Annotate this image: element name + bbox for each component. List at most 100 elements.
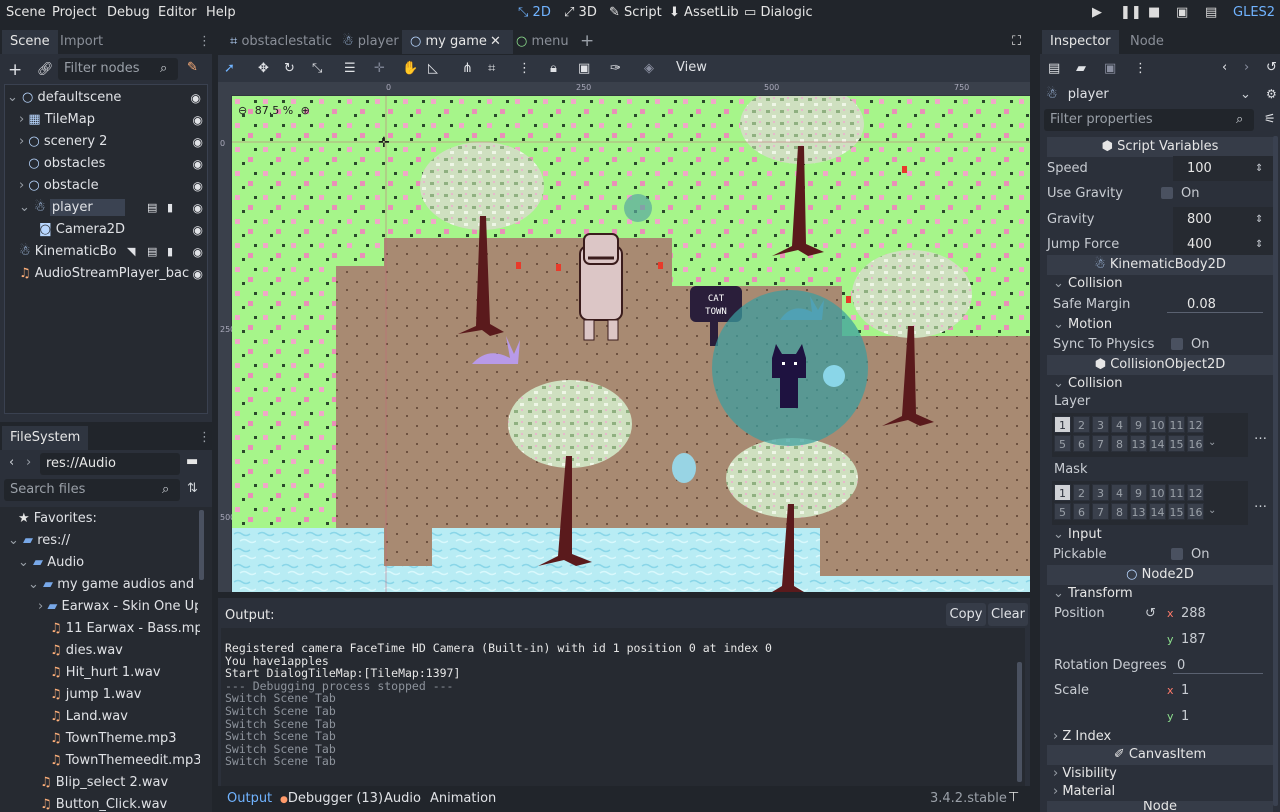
visibility-eye-icon[interactable]: ◉: [193, 219, 203, 241]
inspector-scrollbar[interactable]: [1273, 136, 1278, 806]
visibility-eye-icon[interactable]: ◉: [191, 87, 201, 109]
snap-icon[interactable]: ⋔: [462, 61, 473, 76]
tab-import[interactable]: Import: [52, 30, 111, 54]
camera-override-icon[interactable]: ◈: [644, 61, 654, 76]
layer-bit[interactable]: 7: [1092, 435, 1109, 452]
object-properties-icon[interactable]: ⚙: [1266, 87, 1277, 101]
layer-bit[interactable]: 6: [1073, 435, 1090, 452]
layer-bit[interactable]: 14: [1149, 435, 1166, 452]
section-collisionobject2d[interactable]: ⬢ CollisionObject2D: [1047, 355, 1273, 375]
new-resource-icon[interactable]: ▤: [1048, 61, 1060, 76]
file-item[interactable]: ♫ TownTheme.mp3: [50, 728, 200, 750]
mask-bit[interactable]: 3: [1092, 484, 1109, 501]
folder-item[interactable]: ⌄ ▰ res://: [8, 530, 204, 552]
renderer-label[interactable]: GLES2: [1233, 5, 1275, 20]
layer-bit[interactable]: 5: [1054, 435, 1071, 452]
visibility-eye-icon[interactable]: ◉: [193, 131, 203, 153]
favorites-item[interactable]: ★ Favorites:: [18, 508, 214, 530]
tab-player[interactable]: ☃ player: [334, 30, 407, 54]
open-folder-icon[interactable]: ▰: [1076, 61, 1086, 76]
tab-scene[interactable]: Scene: [2, 30, 58, 54]
tab-node[interactable]: Node: [1122, 30, 1172, 54]
more-icon[interactable]: …: [1254, 496, 1267, 511]
forward-icon[interactable]: ›: [26, 455, 31, 470]
scrollbar[interactable]: [199, 510, 204, 580]
tree-item-tilemap[interactable]: › ▦ TileMap ◉: [19, 109, 207, 131]
mask-bit[interactable]: 7: [1092, 503, 1109, 520]
section-node2d[interactable]: ○ Node2D: [1047, 565, 1273, 585]
mask-bit[interactable]: 13: [1130, 503, 1147, 520]
folder-item[interactable]: ⌄ ▰ Audio: [18, 552, 214, 574]
tab-audio[interactable]: Audio: [384, 791, 421, 806]
history-forward-icon[interactable]: ›: [1244, 60, 1249, 75]
link-icon[interactable]: 🔗︎: [37, 62, 54, 77]
mask-bit[interactable]: 1: [1054, 484, 1071, 501]
chevron-down-icon[interactable]: ⌄: [1208, 505, 1216, 516]
group-icon[interactable]: ▣: [578, 61, 590, 76]
spinner-icon[interactable]: ⇕: [1255, 207, 1263, 232]
path-field[interactable]: res://Audio: [40, 453, 180, 475]
revert-icon[interactable]: ↺: [1145, 601, 1156, 626]
bone-icon[interactable]: ✑: [610, 61, 621, 76]
slider-track[interactable]: [1173, 673, 1263, 674]
file-item[interactable]: ♫ Land.wav: [50, 706, 200, 728]
file-item[interactable]: ♫ jump 1.wav: [50, 684, 200, 706]
mask-bit[interactable]: 16: [1187, 503, 1204, 520]
spinner-icon[interactable]: ⇕: [1255, 232, 1263, 257]
position-y-field[interactable]: 187: [1181, 627, 1206, 652]
spinner-icon[interactable]: ⇕: [1255, 156, 1263, 181]
layer-bit[interactable]: 16: [1187, 435, 1204, 452]
subsection-z-index[interactable]: › Z Index: [1047, 727, 1273, 746]
mask-bit[interactable]: 4: [1111, 484, 1128, 501]
tab-menu[interactable]: ○ menu: [508, 30, 577, 54]
mode-dialogic-button[interactable]: ▭ Dialogic: [744, 5, 813, 20]
tab-inspector[interactable]: Inspector: [1042, 30, 1119, 54]
play-scene-icon[interactable]: ▣: [1176, 5, 1188, 20]
back-icon[interactable]: ‹: [9, 455, 14, 470]
folder-item[interactable]: ⌄ ▰ my game audios and b: [28, 574, 198, 596]
layer-bit[interactable]: 10: [1149, 416, 1166, 433]
layer-bit[interactable]: 4: [1111, 416, 1128, 433]
tree-item-scenery[interactable]: › ○ scenery 2 ◉: [19, 131, 207, 153]
layer-bit[interactable]: 9: [1130, 416, 1147, 433]
tab-filesystem[interactable]: FileSystem: [2, 426, 89, 450]
fullscreen-icon[interactable]: ⛶: [1012, 34, 1021, 49]
menu-project[interactable]: Project: [52, 5, 96, 20]
tree-item-obstacles[interactable]: › ○ obstacles ◉: [19, 153, 207, 175]
play-icon[interactable]: ▶: [1092, 5, 1102, 20]
pause-icon[interactable]: ❚❚: [1120, 5, 1142, 20]
copy-button[interactable]: Copy: [946, 603, 986, 626]
rotation-field[interactable]: 0: [1177, 653, 1185, 678]
sort-icon[interactable]: ⇅: [187, 481, 198, 496]
menu-debug[interactable]: Debug: [107, 5, 150, 20]
clapper-icon[interactable]: ▤: [147, 241, 157, 263]
history-back-icon[interactable]: ‹: [1222, 60, 1227, 75]
view-menu[interactable]: View: [676, 60, 707, 75]
tab-debugger[interactable]: ●Debugger (13): [280, 791, 383, 806]
visibility-eye-icon[interactable]: ◉: [193, 197, 203, 219]
more-icon[interactable]: ⋮: [518, 61, 531, 76]
sync-checkbox[interactable]: [1171, 338, 1183, 350]
select-tool-icon[interactable]: ➚: [224, 61, 235, 76]
section-kinematicbody2d[interactable]: ☃ KinematicBody2D: [1047, 255, 1273, 275]
menu-scene[interactable]: Scene: [6, 5, 46, 20]
layout-toggle-icon[interactable]: ▬: [186, 454, 198, 469]
pickable-checkbox[interactable]: [1171, 548, 1183, 560]
scale-y-field[interactable]: 1: [1181, 704, 1189, 729]
lock-icon[interactable]: 🔒︎: [550, 61, 557, 76]
add-node-icon[interactable]: +: [8, 60, 22, 80]
mask-bit[interactable]: 2: [1073, 484, 1090, 501]
pivot-tool-icon[interactable]: ✛: [374, 61, 385, 76]
viewport[interactable]: 0 250 500 750 0 250 500 CAT TOWN ⊖ 87.5 …: [218, 82, 1030, 592]
list-tool-icon[interactable]: ☰: [344, 61, 356, 76]
section-canvasitem[interactable]: ✐ CanvasItem: [1047, 745, 1273, 765]
node-selector[interactable]: ☃ player ⌄: [1042, 84, 1252, 106]
visibility-eye-icon[interactable]: ◉: [193, 263, 203, 285]
file-item[interactable]: ♫ 11 Earwax - Bass.mp3: [50, 618, 200, 640]
mask-bit[interactable]: 10: [1149, 484, 1166, 501]
more-icon[interactable]: ⋮: [1134, 61, 1147, 76]
script-icon[interactable]: ▮: [167, 241, 173, 263]
scale-x-field[interactable]: 1: [1181, 678, 1189, 703]
subsection-visibility[interactable]: › Visibility: [1047, 764, 1273, 783]
zoom-in-icon[interactable]: ⊕: [301, 104, 310, 117]
